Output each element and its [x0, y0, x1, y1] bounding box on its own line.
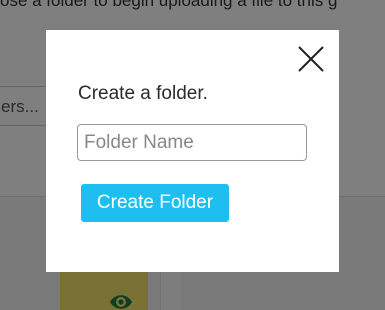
- close-icon[interactable]: [296, 44, 326, 74]
- create-folder-dialog: Create a folder. Create Folder: [46, 30, 339, 272]
- page: ose a folder to begin uploading a file t…: [0, 0, 385, 310]
- create-folder-button[interactable]: Create Folder: [81, 184, 229, 222]
- folder-name-input[interactable]: [77, 124, 307, 161]
- dialog-title: Create a folder.: [78, 83, 208, 104]
